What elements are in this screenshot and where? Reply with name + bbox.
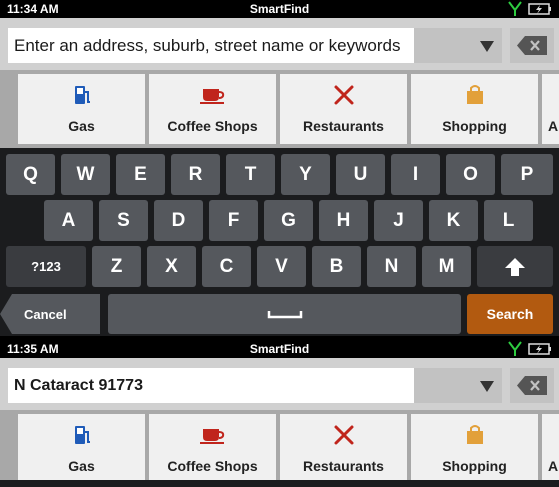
- battery-charging-icon: [528, 3, 551, 15]
- category-coffee-shops[interactable]: Coffee Shops: [149, 414, 276, 484]
- battery-charging-icon: [528, 343, 551, 355]
- category-label: Gas: [68, 118, 95, 134]
- app-title: SmartFind: [249, 2, 310, 16]
- key-v[interactable]: V: [257, 246, 306, 287]
- status-bar: 11:35 AM SmartFind: [0, 340, 559, 358]
- search-input[interactable]: Enter an address, suburb, street name or…: [8, 28, 414, 63]
- category-label: Coffee Shops: [167, 458, 258, 474]
- key-i[interactable]: I: [391, 154, 440, 195]
- category-gas[interactable]: Gas: [18, 414, 145, 484]
- category-partial[interactable]: A: [542, 414, 559, 484]
- coffee-cup-icon: [199, 429, 224, 444]
- key-h[interactable]: H: [319, 200, 368, 241]
- search-dropdown-button[interactable]: [414, 28, 502, 63]
- category-shopping[interactable]: Shopping: [411, 414, 538, 484]
- search-input[interactable]: N Cataract 91773: [8, 368, 414, 403]
- key-a[interactable]: A: [44, 200, 93, 241]
- backspace-icon: [517, 376, 547, 395]
- key-r[interactable]: R: [171, 154, 220, 195]
- key-space[interactable]: [108, 294, 461, 334]
- shopping-bag-icon: [466, 425, 483, 444]
- category-label: Gas: [68, 458, 95, 474]
- category-partial[interactable]: A: [542, 74, 559, 144]
- coffee-cup-icon: [199, 89, 224, 104]
- app-title: SmartFind: [249, 342, 310, 356]
- category-restaurants[interactable]: Restaurants: [280, 414, 407, 484]
- cancel-label: Cancel: [24, 306, 67, 322]
- category-label: Shopping: [442, 118, 507, 134]
- key-l[interactable]: L: [484, 200, 533, 241]
- keyboard-edge: [0, 480, 559, 487]
- key-j[interactable]: J: [374, 200, 423, 241]
- key-d[interactable]: D: [154, 200, 203, 241]
- screen-1: 11:34 AM SmartFind Enter an address, sub…: [0, 0, 559, 336]
- cancel-button[interactable]: Cancel: [0, 294, 100, 334]
- category-label: A: [548, 118, 559, 134]
- search-value: N Cataract 91773: [14, 376, 143, 394]
- category-label: Shopping: [442, 458, 507, 474]
- search-row: N Cataract 91773: [0, 358, 559, 410]
- key-symbols[interactable]: ?123: [6, 246, 86, 287]
- dropdown-arrow-icon: [480, 41, 494, 52]
- key-m[interactable]: M: [422, 246, 471, 287]
- signal-icon: [508, 1, 522, 16]
- category-label: Restaurants: [303, 118, 384, 134]
- category-restaurants[interactable]: Restaurants: [280, 74, 407, 144]
- key-e[interactable]: E: [116, 154, 165, 195]
- key-s[interactable]: S: [99, 200, 148, 241]
- gas-pump-icon: [74, 426, 90, 444]
- key-w[interactable]: W: [61, 154, 110, 195]
- search-placeholder: Enter an address, suburb, street name or…: [14, 35, 401, 55]
- category-label: Coffee Shops: [167, 118, 258, 134]
- key-y[interactable]: Y: [281, 154, 330, 195]
- signal-icon: [508, 341, 522, 356]
- status-bar: 11:34 AM SmartFind: [0, 0, 559, 18]
- gas-pump-icon: [74, 86, 90, 104]
- key-t[interactable]: T: [226, 154, 275, 195]
- category-gas[interactable]: Gas: [18, 74, 145, 144]
- category-label: Restaurants: [303, 458, 384, 474]
- key-z[interactable]: Z: [92, 246, 141, 287]
- screen-2: 11:35 AM SmartFind N Cataract 91773 Gas …: [0, 340, 559, 487]
- key-x[interactable]: X: [147, 246, 196, 287]
- clear-button[interactable]: [510, 28, 554, 63]
- key-p[interactable]: P: [501, 154, 553, 195]
- category-shopping[interactable]: Shopping: [411, 74, 538, 144]
- keyboard: Q W E R T Y U I O P A S D F G H J K L ?1…: [0, 148, 559, 336]
- fork-knife-icon: [334, 425, 353, 445]
- category-label: A: [548, 458, 559, 474]
- category-bar: Gas Coffee Shops Restaurants Shopping A: [0, 410, 559, 487]
- search-row: Enter an address, suburb, street name or…: [0, 18, 559, 70]
- key-u[interactable]: U: [336, 154, 385, 195]
- fork-knife-icon: [334, 85, 353, 105]
- key-o[interactable]: O: [446, 154, 495, 195]
- category-bar: Gas Coffee Shops Restaurants Shopping A: [0, 70, 559, 148]
- key-c[interactable]: C: [202, 246, 251, 287]
- key-g[interactable]: G: [264, 200, 313, 241]
- backspace-icon: [517, 36, 547, 55]
- clear-button[interactable]: [510, 368, 554, 403]
- space-bar-icon: [267, 311, 302, 319]
- dropdown-arrow-icon: [480, 381, 494, 392]
- key-shift[interactable]: [477, 246, 553, 287]
- shopping-bag-icon: [466, 85, 483, 104]
- key-b[interactable]: B: [312, 246, 361, 287]
- search-dropdown-button[interactable]: [414, 368, 502, 403]
- category-coffee-shops[interactable]: Coffee Shops: [149, 74, 276, 144]
- key-n[interactable]: N: [367, 246, 416, 287]
- key-q[interactable]: Q: [6, 154, 55, 195]
- key-f[interactable]: F: [209, 200, 258, 241]
- key-k[interactable]: K: [429, 200, 478, 241]
- search-button[interactable]: Search: [467, 294, 553, 334]
- shift-arrow-icon: [505, 257, 525, 276]
